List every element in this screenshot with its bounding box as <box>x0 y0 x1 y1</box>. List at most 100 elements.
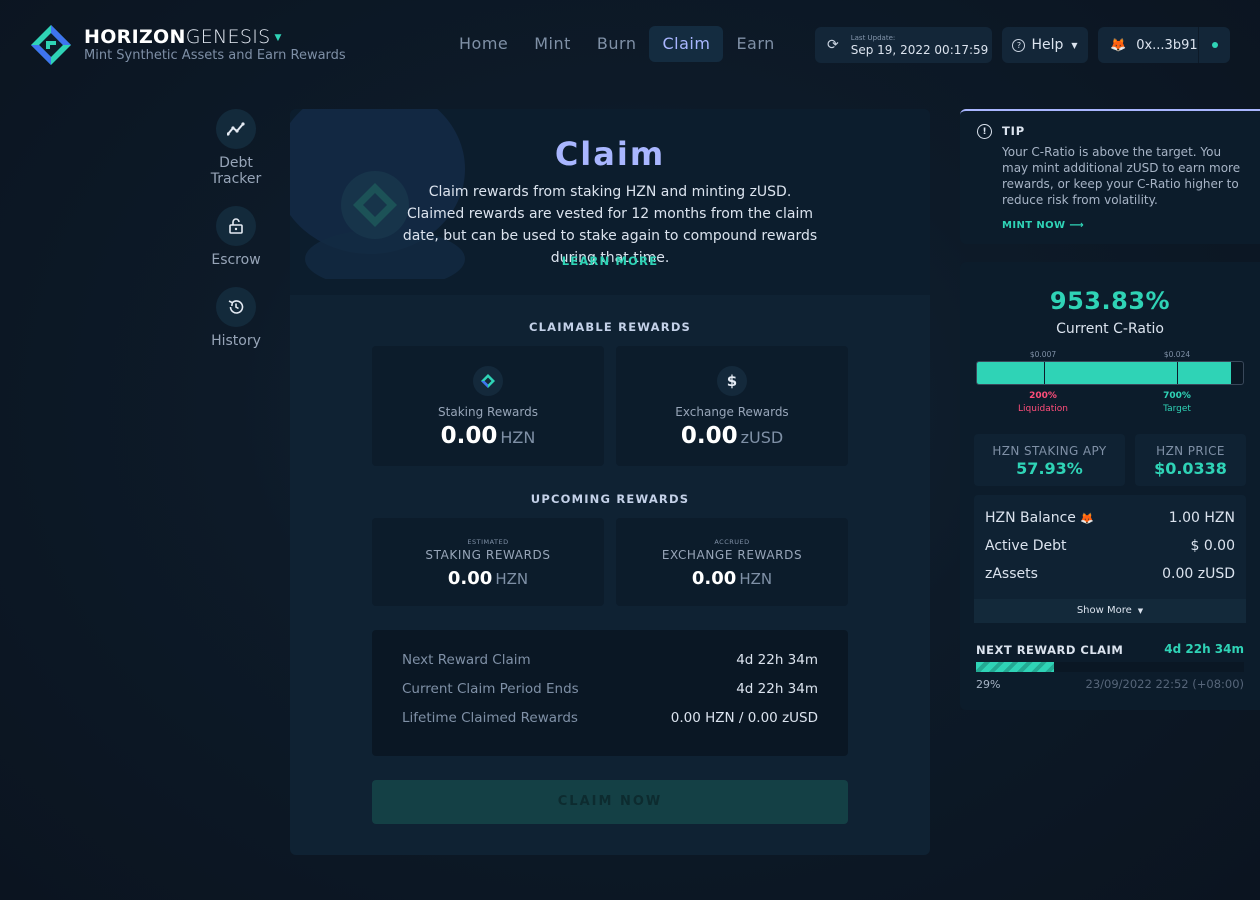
info-value: 4d 22h 34m <box>736 652 818 668</box>
target-marker <box>1176 362 1178 384</box>
hzn-token-icon <box>473 366 503 396</box>
last-update-pill[interactable]: ⟳ Last Update: Sep 19, 2022 00:17:59 <box>815 27 992 63</box>
hzn-price-label: HZN PRICE <box>1156 444 1225 458</box>
brand-name[interactable]: HORIZONGENESIS ▼ <box>84 26 282 48</box>
nav-earn[interactable]: Earn <box>723 26 787 62</box>
liquidation-percent: 200% <box>1029 391 1057 401</box>
balance-value: $ 0.00 <box>1190 538 1235 554</box>
upcoming-staking-value: 0.00 <box>447 568 493 589</box>
help-button[interactable]: ? Help ▼ <box>1002 27 1088 63</box>
nav-mint[interactable]: Mint <box>521 26 584 62</box>
upcoming-exchange-value: 0.00 <box>691 568 737 589</box>
info-value: 0.00 HZN / 0.00 zUSD <box>670 710 818 726</box>
target-percent: 700% <box>1163 391 1191 401</box>
liquidation-price: $0.007 <box>1029 350 1057 359</box>
sidebar-item-escrow[interactable]: Escrow <box>200 206 272 268</box>
info-key: Lifetime Claimed Rewards <box>402 710 578 726</box>
wallet-button[interactable]: 🦊 0x...3b91 <box>1098 27 1230 63</box>
target-label: Target <box>1163 404 1191 414</box>
staking-apy-box: HZN STAKING APY 57.93% <box>974 434 1125 486</box>
caret-down-icon[interactable]: ▼ <box>274 33 281 43</box>
balance-key: HZN Balance <box>985 510 1076 526</box>
balance-row: HZN Balance 🦊 1.00 HZN <box>985 510 1235 526</box>
sidebar-item-history[interactable]: History <box>200 287 272 349</box>
sidebar-item-label: History <box>211 333 261 349</box>
info-row: Next Reward Claim 4d 22h 34m <box>402 652 818 681</box>
caret-down-icon: ▼ <box>1137 607 1144 615</box>
nav-burn[interactable]: Burn <box>584 26 650 62</box>
upcoming-exchange-unit: HZN <box>739 570 773 588</box>
next-reward-title: NEXT REWARD CLAIM <box>976 643 1124 657</box>
upcoming-staking-box: ESTIMATED STAKING REWARDS 0.00 HZN <box>372 518 604 606</box>
staking-apy-value: 57.93% <box>1016 459 1083 478</box>
claim-hero: Claim Claim rewards from staking HZN and… <box>290 109 930 295</box>
network-status[interactable] <box>1198 27 1230 63</box>
refresh-icon[interactable]: ⟳ <box>827 37 839 53</box>
reward-progress-bar <box>976 662 1244 672</box>
claimable-rewards-title: CLAIMABLE REWARDS <box>528 320 692 334</box>
nav-home[interactable]: Home <box>446 26 521 62</box>
reward-progress-date: 23/09/2022 22:52 (+08:00) <box>1085 677 1244 691</box>
exchange-rewards-value: 0.00 <box>680 423 738 449</box>
metamask-fox-icon: 🦊 <box>1110 37 1127 53</box>
last-update-time: Sep 19, 2022 00:17:59 <box>850 42 989 57</box>
c-ratio-label: Current C-Ratio <box>1056 321 1164 337</box>
c-ratio-value: 953.83% <box>1049 287 1171 315</box>
upcoming-staking-unit: HZN <box>495 570 529 588</box>
show-more-button[interactable]: Show More ▼ <box>974 599 1246 623</box>
c-ratio-fill <box>977 362 1232 384</box>
accrued-tag: ACCRUED <box>714 538 750 546</box>
info-key: Current Claim Period Ends <box>402 681 579 697</box>
target-price: $0.024 <box>1163 350 1191 359</box>
caret-down-icon: ▼ <box>1071 40 1078 50</box>
metamask-fox-icon[interactable]: 🦊 <box>1080 512 1094 525</box>
sidebar-item-label: Escrow <box>211 252 261 268</box>
tip-text: Your C-Ratio is above the target. You ma… <box>1002 145 1241 207</box>
reward-progress-fill <box>976 662 1054 672</box>
learn-more-link[interactable]: LEARN MORE <box>290 254 930 268</box>
staking-rewards-box: Staking Rewards 0.00 HZN <box>372 346 604 466</box>
claim-info-box: Next Reward Claim 4d 22h 34m Current Cla… <box>372 630 848 756</box>
main-nav: Home Mint Burn Claim Earn <box>446 26 788 62</box>
help-label: Help <box>1031 37 1064 53</box>
upcoming-staking-label: STAKING REWARDS <box>425 548 551 562</box>
tip-title: TIP <box>1002 124 1025 138</box>
upcoming-exchange-box: ACCRUED EXCHANGE REWARDS 0.00 HZN <box>616 518 848 606</box>
connected-dot-icon <box>1211 42 1218 48</box>
dollar-icon: $ <box>717 366 747 396</box>
tip-card: ! TIP Your C-Ratio is above the target. … <box>960 109 1260 244</box>
exchange-rewards-unit: zUSD <box>740 428 784 447</box>
next-reward-time: 4d 22h 34m <box>1164 642 1244 656</box>
hzn-price-box: HZN PRICE $0.0338 <box>1135 434 1246 486</box>
info-value: 4d 22h 34m <box>736 681 818 697</box>
staking-apy-label: HZN STAKING APY <box>992 444 1107 458</box>
sidebar-item-debt-tracker[interactable]: Debt Tracker <box>200 109 272 187</box>
page-title: Claim <box>554 135 666 173</box>
horizon-logo-icon[interactable] <box>30 24 72 66</box>
exchange-rewards-label: Exchange Rewards <box>675 405 789 419</box>
history-icon <box>216 287 256 327</box>
estimated-tag: ESTIMATED <box>467 538 509 546</box>
info-alert-icon: ! <box>977 124 992 139</box>
info-row: Lifetime Claimed Rewards 0.00 HZN / 0.00… <box>402 710 818 739</box>
upcoming-exchange-label: EXCHANGE REWARDS <box>661 548 803 562</box>
balance-key: Active Debt <box>985 538 1067 554</box>
mint-now-link[interactable]: MINT NOW ⟶ <box>1002 220 1084 231</box>
staking-rewards-label: Staking Rewards <box>438 405 538 419</box>
show-more-label: Show More <box>1076 605 1132 616</box>
sidebar-item-label: Debt Tracker <box>210 155 262 187</box>
claim-card: Claim Claim rewards from staking HZN and… <box>290 109 930 855</box>
tagline: Mint Synthetic Assets and Earn Rewards <box>84 48 346 63</box>
c-ratio-bar <box>976 361 1244 385</box>
liquidation-marker <box>1043 362 1045 384</box>
claim-now-button[interactable]: CLAIM NOW <box>372 780 848 824</box>
balance-key: zAssets <box>985 566 1038 582</box>
chart-line-icon <box>216 109 256 149</box>
nav-claim[interactable]: Claim <box>649 26 724 62</box>
balances-box: HZN Balance 🦊 1.00 HZN Active Debt $ 0.0… <box>974 495 1246 623</box>
info-key: Next Reward Claim <box>402 652 531 668</box>
balance-row: Active Debt $ 0.00 <box>985 538 1235 554</box>
staking-rewards-unit: HZN <box>500 428 536 447</box>
reward-progress-percent: 29% <box>976 678 1001 691</box>
balance-value: 1.00 HZN <box>1168 510 1235 526</box>
